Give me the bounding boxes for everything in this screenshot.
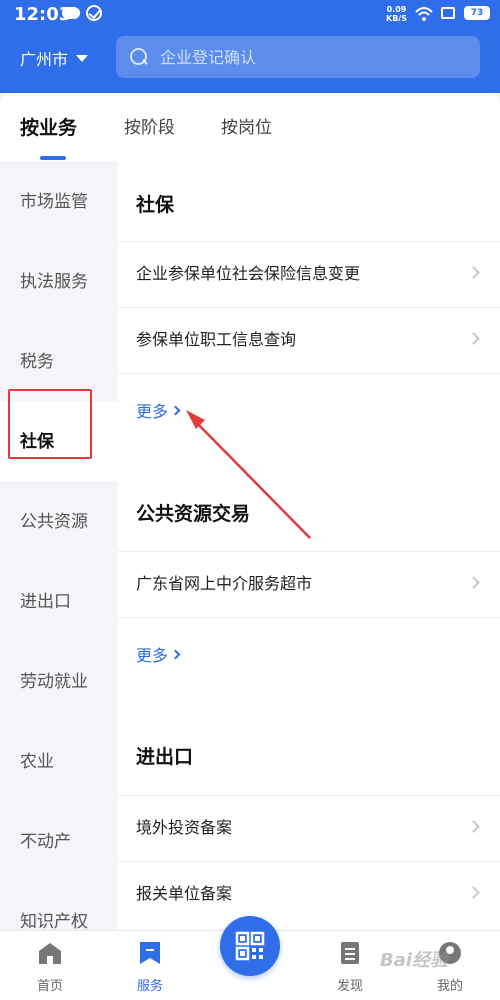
service-item[interactable]: 广东省网上中介服务超市 (118, 551, 500, 617)
service-item-label: 报关单位备案 (136, 884, 233, 903)
category-tabs: 按业务 按阶段 按岗位 (0, 93, 500, 161)
nav-discover[interactable]: 发现 (310, 931, 390, 1000)
sidebar-item-label: 劳动就业 (20, 672, 88, 692)
network-speed-value: 0.09 (386, 5, 407, 14)
tab-by-position[interactable]: 按岗位 (221, 113, 272, 138)
sidebar-item-label: 农业 (20, 752, 54, 772)
divider (118, 373, 500, 374)
more-link-label: 更多 (136, 646, 169, 665)
screen-icon (441, 7, 455, 19)
city-label: 广州市 (20, 50, 69, 69)
top-header: 12:03 0.09 KB/S 73 广州市 (0, 0, 500, 93)
sidebar-item-import-export[interactable]: 进出口 (0, 561, 118, 641)
caret-down-icon (76, 54, 89, 62)
sidebar-item-enforcement[interactable]: 执法服务 (0, 241, 118, 321)
sidebar-item-label: 税务 (20, 352, 54, 372)
battery-icon: 73 (464, 6, 490, 20)
search-icon (130, 48, 148, 66)
bookmark-icon (140, 942, 160, 964)
chevron-right-icon (467, 886, 480, 899)
service-item-label: 参保单位职工信息查询 (136, 330, 297, 349)
active-tab-indicator (40, 156, 66, 160)
chevron-right-icon (170, 405, 181, 415)
chevron-right-icon (170, 649, 181, 659)
cloud-icon (62, 7, 80, 19)
watermark: Bai经验 (380, 950, 449, 971)
sidebar-item-employment[interactable]: 劳动就业 (0, 641, 118, 721)
nav-service[interactable]: 服务 (110, 931, 190, 1000)
search-bar[interactable] (116, 36, 480, 78)
sidebar-item-public-resources[interactable]: 公共资源 (0, 481, 118, 561)
nav-home[interactable]: 首页 (10, 931, 90, 1000)
chevron-right-icon (467, 820, 480, 833)
service-item[interactable]: 参保单位职工信息查询 (118, 307, 500, 373)
section-title-import-export: 进出口 (136, 746, 194, 768)
chevron-right-icon (467, 332, 480, 345)
service-item[interactable]: 企业参保单位社会保险信息变更 (118, 241, 500, 307)
section-title-public-resource-trading: 公共资源交易 (136, 503, 251, 525)
service-item[interactable]: 境外投资备案 (118, 795, 500, 861)
service-item-label: 企业参保单位社会保险信息变更 (136, 264, 361, 283)
sidebar-item-market[interactable]: 市场监管 (0, 161, 118, 241)
home-icon (39, 943, 61, 964)
sidebar-item-label: 公共资源 (20, 512, 88, 532)
section-title-social-security: 社保 (136, 194, 175, 216)
service-item-label: 境外投资备案 (136, 818, 233, 837)
nav-label: 发现 (336, 979, 363, 994)
qr-code-icon (235, 931, 265, 961)
search-input[interactable] (160, 47, 460, 67)
chevron-right-icon (467, 576, 480, 589)
sidebar-item-label: 市场监管 (20, 192, 88, 212)
sidebar-item-real-estate[interactable]: 不动产 (0, 801, 118, 881)
more-link-social-security[interactable]: 更多 (136, 398, 181, 422)
tab-by-business[interactable]: 按业务 (20, 113, 77, 140)
sidebar-item-label: 不动产 (20, 832, 71, 852)
service-item[interactable]: 报关单位备案 (118, 861, 500, 927)
sidebar-item-label: 知识产权 (20, 912, 88, 932)
qr-scan-button[interactable] (220, 916, 280, 976)
network-speed-unit: KB/S (386, 14, 407, 23)
network-speed: 0.09 KB/S (386, 5, 407, 23)
chevron-right-icon (467, 266, 480, 279)
service-content: 社保 企业参保单位社会保险信息变更 参保单位职工信息查询 更多 公共资源交易 广… (118, 161, 500, 930)
service-item-label: 广东省网上中介服务超市 (136, 574, 313, 593)
more-link-label: 更多 (136, 402, 169, 421)
city-selector[interactable]: 广州市 (20, 46, 89, 70)
sidebar-item-label: 进出口 (20, 592, 71, 612)
check-circle-icon (86, 5, 102, 21)
divider (118, 617, 500, 618)
sidebar-item-agriculture[interactable]: 农业 (0, 721, 118, 801)
nav-label: 首页 (36, 979, 63, 994)
document-icon (341, 942, 359, 964)
wifi-icon (415, 7, 433, 21)
status-bar: 12:03 0.09 KB/S 73 (0, 0, 500, 30)
more-link-public-resource[interactable]: 更多 (136, 642, 181, 666)
annotation-highlight-box (8, 389, 92, 459)
nav-label: 我的 (436, 979, 463, 994)
nav-label: 服务 (136, 979, 163, 994)
sidebar-item-label: 执法服务 (20, 272, 88, 292)
sidebar: 市场监管 执法服务 税务 社保 公共资源 进出口 劳动就业 农业 不动产 知识产… (0, 161, 118, 932)
tab-by-stage[interactable]: 按阶段 (124, 113, 175, 138)
